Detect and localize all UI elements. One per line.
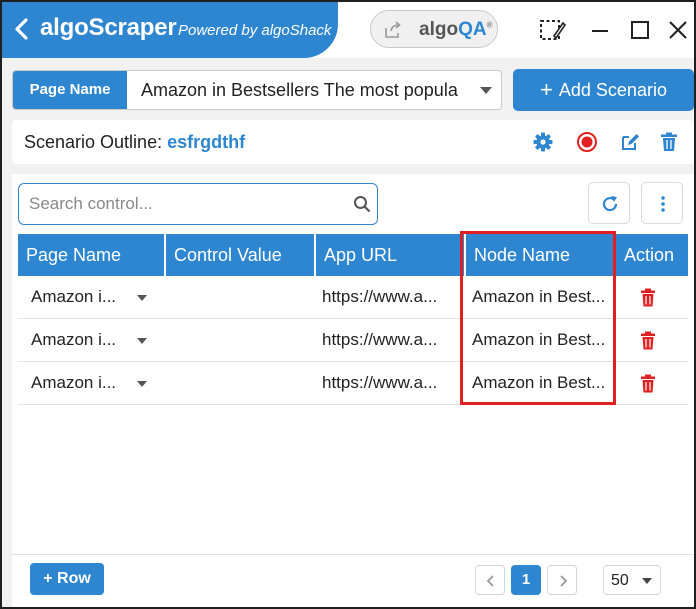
header-node-name[interactable]: Node Name — [466, 234, 616, 276]
cell-app-url[interactable]: https://www.a... — [322, 276, 462, 318]
more-options-button[interactable] — [641, 182, 683, 224]
chevron-down-icon[interactable] — [136, 380, 148, 388]
chevron-down-icon[interactable] — [136, 294, 148, 302]
rows-per-page-value: 50 — [611, 572, 629, 589]
cell-page-name[interactable]: Amazon i... — [31, 319, 131, 361]
close-icon[interactable] — [662, 14, 694, 46]
chevron-down-icon — [642, 578, 652, 584]
add-scenario-button[interactable]: + Add Scenario — [513, 69, 694, 111]
algoqa-button[interactable]: algoQA® — [370, 10, 498, 48]
trash-icon[interactable] — [640, 374, 656, 393]
search-box — [18, 183, 378, 225]
cell-page-name[interactable]: Amazon i... — [31, 276, 131, 318]
app-title: algoScraper — [40, 14, 177, 41]
trash-icon[interactable] — [640, 288, 656, 307]
maximize-icon[interactable] — [624, 14, 656, 46]
controls-panel: Page Name Control Value App URL Node Nam… — [12, 174, 694, 607]
cell-node-name[interactable]: Amazon in Best... — [472, 276, 617, 318]
gear-icon[interactable] — [532, 131, 554, 153]
prev-page-button[interactable] — [475, 565, 505, 595]
scenario-outline-bar: Scenario Outline: esfrgdthf — [12, 120, 694, 164]
chevron-down-icon — [480, 87, 492, 94]
trash-icon[interactable] — [640, 331, 656, 350]
add-row-button[interactable]: + Row — [30, 563, 104, 595]
cell-control-value[interactable] — [174, 362, 304, 404]
plus-icon: + — [540, 77, 553, 102]
header-app-url[interactable]: App URL — [316, 234, 466, 276]
header-control-value[interactable]: Control Value — [166, 234, 316, 276]
page-name-label: Page Name — [13, 71, 127, 109]
algoqa-logo: algoQA® — [419, 19, 493, 40]
edit-icon[interactable] — [619, 131, 641, 153]
powered-by-text: Powered by algoShack — [178, 22, 332, 39]
back-icon[interactable] — [12, 16, 32, 42]
cell-page-name[interactable]: Amazon i... — [31, 362, 131, 404]
table-row: Amazon i... https://www.a... Amazon in B… — [18, 276, 688, 319]
refresh-icon — [602, 196, 618, 212]
chevron-down-icon[interactable] — [136, 337, 148, 345]
footer-divider — [12, 554, 694, 555]
app-window: algoScraper Powered by algoShack algoQA® — [0, 0, 696, 609]
cell-node-name[interactable]: Amazon in Best... — [472, 362, 617, 404]
trash-icon[interactable] — [658, 131, 680, 153]
screenshot-icon[interactable] — [536, 14, 568, 46]
more-vertical-icon — [661, 196, 665, 212]
table-row: Amazon i... https://www.a... Amazon in B… — [18, 362, 688, 405]
table-header: Page Name Control Value App URL Node Nam… — [18, 234, 688, 276]
title-bar: algoScraper Powered by algoShack algoQA® — [2, 2, 694, 58]
next-page-button[interactable] — [547, 565, 577, 595]
share-icon — [385, 21, 401, 38]
cell-app-url[interactable]: https://www.a... — [322, 362, 462, 404]
table-row: Amazon i... https://www.a... Amazon in B… — [18, 319, 688, 362]
cell-control-value[interactable] — [174, 276, 304, 318]
record-icon[interactable] — [576, 131, 598, 153]
header-action: Action — [624, 245, 675, 265]
scenario-outline-label: Scenario Outline: esfrgdthf — [24, 132, 246, 152]
page-name-dropdown[interactable]: Page Name Amazon in Bestsellers The most… — [12, 70, 502, 110]
cell-node-name[interactable]: Amazon in Best... — [472, 319, 617, 361]
page-number-current[interactable]: 1 — [511, 565, 541, 595]
minimize-icon[interactable] — [584, 14, 616, 46]
search-input[interactable] — [29, 186, 349, 222]
cell-control-value[interactable] — [174, 319, 304, 361]
page-name-value: Amazon in Bestsellers The most popula — [141, 80, 458, 100]
brand-banner: algoScraper Powered by algoShack — [2, 2, 338, 58]
search-icon[interactable] — [353, 195, 371, 213]
refresh-button[interactable] — [588, 182, 630, 224]
chevron-left-icon — [486, 575, 494, 587]
header-page-name[interactable]: Page Name — [18, 234, 166, 276]
rows-per-page-select[interactable]: 50 — [603, 565, 661, 595]
chevron-right-icon — [560, 575, 568, 587]
cell-app-url[interactable]: https://www.a... — [322, 319, 462, 361]
scenario-name: esfrgdthf — [167, 132, 246, 152]
